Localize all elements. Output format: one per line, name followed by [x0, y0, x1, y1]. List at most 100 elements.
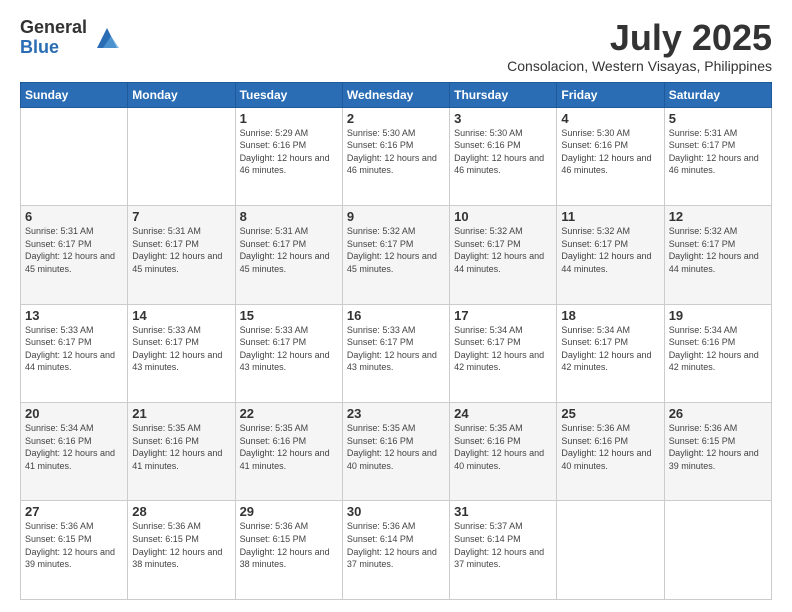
day-info: Sunrise: 5:32 AM Sunset: 6:17 PM Dayligh…: [561, 225, 659, 275]
calendar-week-2: 6Sunrise: 5:31 AM Sunset: 6:17 PM Daylig…: [21, 206, 772, 304]
weekday-header-wednesday: Wednesday: [342, 82, 449, 107]
day-number: 27: [25, 504, 123, 519]
location-title: Consolacion, Western Visayas, Philippine…: [507, 58, 772, 74]
calendar-cell: 4Sunrise: 5:30 AM Sunset: 6:16 PM Daylig…: [557, 107, 664, 205]
day-info: Sunrise: 5:33 AM Sunset: 6:17 PM Dayligh…: [347, 324, 445, 374]
day-number: 23: [347, 406, 445, 421]
logo-text: General Blue: [20, 18, 87, 58]
logo-icon: [93, 24, 121, 52]
day-info: Sunrise: 5:30 AM Sunset: 6:16 PM Dayligh…: [347, 127, 445, 177]
day-number: 19: [669, 308, 767, 323]
calendar-cell: 19Sunrise: 5:34 AM Sunset: 6:16 PM Dayli…: [664, 304, 771, 402]
day-info: Sunrise: 5:34 AM Sunset: 6:16 PM Dayligh…: [25, 422, 123, 472]
day-info: Sunrise: 5:33 AM Sunset: 6:17 PM Dayligh…: [240, 324, 338, 374]
day-number: 29: [240, 504, 338, 519]
day-number: 15: [240, 308, 338, 323]
calendar-cell: 6Sunrise: 5:31 AM Sunset: 6:17 PM Daylig…: [21, 206, 128, 304]
day-number: 10: [454, 209, 552, 224]
day-number: 30: [347, 504, 445, 519]
day-info: Sunrise: 5:32 AM Sunset: 6:17 PM Dayligh…: [347, 225, 445, 275]
title-section: July 2025 Consolacion, Western Visayas, …: [507, 18, 772, 74]
day-info: Sunrise: 5:30 AM Sunset: 6:16 PM Dayligh…: [454, 127, 552, 177]
day-info: Sunrise: 5:36 AM Sunset: 6:14 PM Dayligh…: [347, 520, 445, 570]
calendar-cell: 26Sunrise: 5:36 AM Sunset: 6:15 PM Dayli…: [664, 403, 771, 501]
day-info: Sunrise: 5:31 AM Sunset: 6:17 PM Dayligh…: [25, 225, 123, 275]
day-info: Sunrise: 5:37 AM Sunset: 6:14 PM Dayligh…: [454, 520, 552, 570]
day-info: Sunrise: 5:36 AM Sunset: 6:15 PM Dayligh…: [25, 520, 123, 570]
calendar-week-4: 20Sunrise: 5:34 AM Sunset: 6:16 PM Dayli…: [21, 403, 772, 501]
weekday-header-thursday: Thursday: [450, 82, 557, 107]
day-number: 26: [669, 406, 767, 421]
logo: General Blue: [20, 18, 121, 58]
calendar-cell: [128, 107, 235, 205]
day-info: Sunrise: 5:33 AM Sunset: 6:17 PM Dayligh…: [25, 324, 123, 374]
calendar-table: SundayMondayTuesdayWednesdayThursdayFrid…: [20, 82, 772, 600]
calendar-cell: 14Sunrise: 5:33 AM Sunset: 6:17 PM Dayli…: [128, 304, 235, 402]
calendar-cell: 12Sunrise: 5:32 AM Sunset: 6:17 PM Dayli…: [664, 206, 771, 304]
header: General Blue July 2025 Consolacion, West…: [20, 18, 772, 74]
day-number: 16: [347, 308, 445, 323]
day-number: 6: [25, 209, 123, 224]
day-number: 8: [240, 209, 338, 224]
day-number: 21: [132, 406, 230, 421]
calendar-cell: 8Sunrise: 5:31 AM Sunset: 6:17 PM Daylig…: [235, 206, 342, 304]
logo-general: General: [20, 18, 87, 38]
weekday-header-monday: Monday: [128, 82, 235, 107]
day-info: Sunrise: 5:31 AM Sunset: 6:17 PM Dayligh…: [132, 225, 230, 275]
weekday-header-tuesday: Tuesday: [235, 82, 342, 107]
calendar-cell: 13Sunrise: 5:33 AM Sunset: 6:17 PM Dayli…: [21, 304, 128, 402]
day-info: Sunrise: 5:35 AM Sunset: 6:16 PM Dayligh…: [132, 422, 230, 472]
day-info: Sunrise: 5:31 AM Sunset: 6:17 PM Dayligh…: [669, 127, 767, 177]
calendar-cell: [557, 501, 664, 600]
calendar-cell: [21, 107, 128, 205]
calendar-week-3: 13Sunrise: 5:33 AM Sunset: 6:17 PM Dayli…: [21, 304, 772, 402]
calendar-cell: 21Sunrise: 5:35 AM Sunset: 6:16 PM Dayli…: [128, 403, 235, 501]
calendar-cell: 29Sunrise: 5:36 AM Sunset: 6:15 PM Dayli…: [235, 501, 342, 600]
day-number: 24: [454, 406, 552, 421]
day-number: 5: [669, 111, 767, 126]
day-number: 28: [132, 504, 230, 519]
calendar-cell: 9Sunrise: 5:32 AM Sunset: 6:17 PM Daylig…: [342, 206, 449, 304]
calendar-cell: 3Sunrise: 5:30 AM Sunset: 6:16 PM Daylig…: [450, 107, 557, 205]
day-info: Sunrise: 5:36 AM Sunset: 6:15 PM Dayligh…: [240, 520, 338, 570]
calendar-cell: 20Sunrise: 5:34 AM Sunset: 6:16 PM Dayli…: [21, 403, 128, 501]
day-number: 9: [347, 209, 445, 224]
day-info: Sunrise: 5:35 AM Sunset: 6:16 PM Dayligh…: [240, 422, 338, 472]
day-number: 3: [454, 111, 552, 126]
day-info: Sunrise: 5:36 AM Sunset: 6:15 PM Dayligh…: [669, 422, 767, 472]
weekday-header-saturday: Saturday: [664, 82, 771, 107]
day-number: 1: [240, 111, 338, 126]
month-title: July 2025: [507, 18, 772, 58]
day-number: 2: [347, 111, 445, 126]
day-number: 14: [132, 308, 230, 323]
day-number: 22: [240, 406, 338, 421]
day-number: 18: [561, 308, 659, 323]
calendar-cell: [664, 501, 771, 600]
calendar-cell: 28Sunrise: 5:36 AM Sunset: 6:15 PM Dayli…: [128, 501, 235, 600]
day-info: Sunrise: 5:35 AM Sunset: 6:16 PM Dayligh…: [454, 422, 552, 472]
calendar-cell: 17Sunrise: 5:34 AM Sunset: 6:17 PM Dayli…: [450, 304, 557, 402]
weekday-header-row: SundayMondayTuesdayWednesdayThursdayFrid…: [21, 82, 772, 107]
day-info: Sunrise: 5:29 AM Sunset: 6:16 PM Dayligh…: [240, 127, 338, 177]
calendar-cell: 30Sunrise: 5:36 AM Sunset: 6:14 PM Dayli…: [342, 501, 449, 600]
calendar-cell: 15Sunrise: 5:33 AM Sunset: 6:17 PM Dayli…: [235, 304, 342, 402]
day-info: Sunrise: 5:33 AM Sunset: 6:17 PM Dayligh…: [132, 324, 230, 374]
calendar-cell: 16Sunrise: 5:33 AM Sunset: 6:17 PM Dayli…: [342, 304, 449, 402]
page: General Blue July 2025 Consolacion, West…: [0, 0, 792, 612]
day-info: Sunrise: 5:34 AM Sunset: 6:17 PM Dayligh…: [454, 324, 552, 374]
logo-blue: Blue: [20, 38, 87, 58]
day-number: 11: [561, 209, 659, 224]
weekday-header-sunday: Sunday: [21, 82, 128, 107]
day-info: Sunrise: 5:34 AM Sunset: 6:17 PM Dayligh…: [561, 324, 659, 374]
day-info: Sunrise: 5:32 AM Sunset: 6:17 PM Dayligh…: [669, 225, 767, 275]
calendar-cell: 2Sunrise: 5:30 AM Sunset: 6:16 PM Daylig…: [342, 107, 449, 205]
calendar-cell: 7Sunrise: 5:31 AM Sunset: 6:17 PM Daylig…: [128, 206, 235, 304]
calendar-week-5: 27Sunrise: 5:36 AM Sunset: 6:15 PM Dayli…: [21, 501, 772, 600]
calendar-week-1: 1Sunrise: 5:29 AM Sunset: 6:16 PM Daylig…: [21, 107, 772, 205]
calendar-cell: 10Sunrise: 5:32 AM Sunset: 6:17 PM Dayli…: [450, 206, 557, 304]
day-number: 4: [561, 111, 659, 126]
calendar-cell: 1Sunrise: 5:29 AM Sunset: 6:16 PM Daylig…: [235, 107, 342, 205]
day-number: 17: [454, 308, 552, 323]
calendar-cell: 22Sunrise: 5:35 AM Sunset: 6:16 PM Dayli…: [235, 403, 342, 501]
day-info: Sunrise: 5:30 AM Sunset: 6:16 PM Dayligh…: [561, 127, 659, 177]
